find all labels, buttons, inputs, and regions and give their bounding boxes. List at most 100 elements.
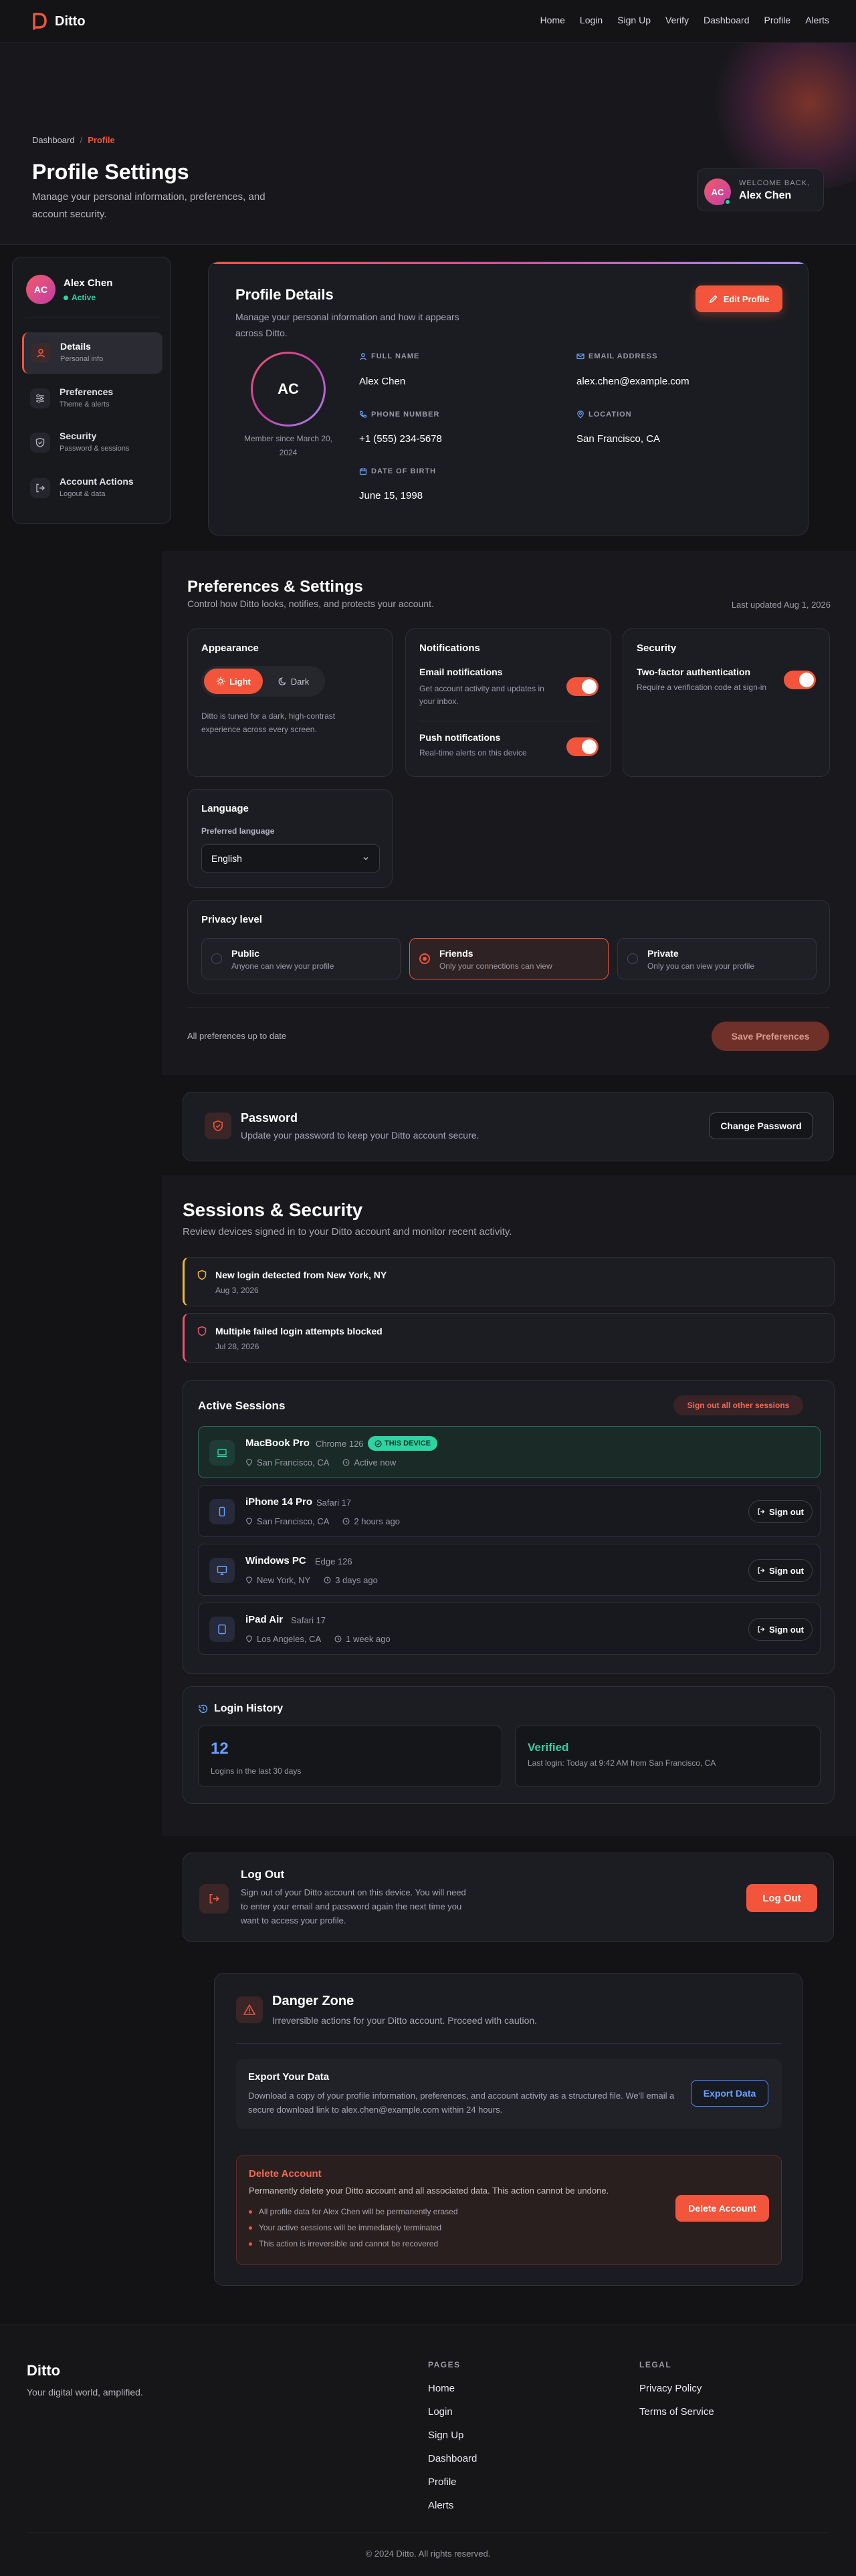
footer-link-dashboard[interactable]: Dashboard <box>428 2453 477 2464</box>
email-notif-title: Email notifications <box>419 667 503 677</box>
sidebar-status: Active <box>64 293 96 302</box>
nav-signup[interactable]: Sign Up <box>617 15 651 25</box>
shield-alert-icon <box>197 1326 207 1336</box>
footer-link-home[interactable]: Home <box>428 2383 455 2394</box>
preferences-section: Preferences & Settings Control how Ditto… <box>162 551 856 1075</box>
footer-link-profile[interactable]: Profile <box>428 2476 457 2488</box>
device-browser: Safari 17 <box>316 1498 352 1508</box>
sun-icon <box>216 677 225 686</box>
location-pin-icon <box>246 1635 252 1643</box>
logout-icon <box>758 1567 765 1574</box>
logout-icon <box>30 478 50 498</box>
sign-out-all-button[interactable]: Sign out all other sessions <box>673 1395 803 1415</box>
location-value: San Francisco, CA <box>576 433 661 445</box>
breadcrumb-separator: / <box>80 135 83 145</box>
dob-value: June 15, 1998 <box>359 490 423 501</box>
device-time: 3 days ago <box>335 1575 378 1585</box>
security-card: Security Two-factor authentication Requi… <box>623 628 830 777</box>
footer-brand[interactable]: Ditto <box>27 2362 60 2379</box>
export-data-box: Export Your Data Download a copy of your… <box>236 2059 782 2129</box>
nav-login[interactable]: Login <box>580 15 603 25</box>
session-row: Windows PC Edge 126 New York, NY 3 days … <box>198 1544 821 1596</box>
footer-link-privacy[interactable]: Privacy Policy <box>639 2383 702 2394</box>
two-factor-toggle[interactable] <box>784 671 816 689</box>
danger-divider <box>236 2043 782 2044</box>
email-notif-desc: Get account activity and updates in your… <box>419 684 544 706</box>
logout-desc: Sign out of your Ditto account on this d… <box>241 1887 466 1925</box>
delete-bullet: All profile data for Alex Chen will be p… <box>249 2207 458 2216</box>
push-notif-title: Push notifications <box>419 732 501 743</box>
clock-icon <box>342 1518 350 1525</box>
field-label-text: EMAIL ADDRESS <box>588 352 658 360</box>
location-label: LOCATION <box>576 411 632 419</box>
phone-value: +1 (555) 234-5678 <box>359 433 442 445</box>
sidebar-item-account-actions[interactable]: Account Actions Logout & data <box>22 467 163 509</box>
privacy-friends-radio[interactable] <box>419 953 430 964</box>
password-card: Password Update your password to keep yo… <box>183 1092 834 1161</box>
active-sessions-card: Active Sessions Sign out all other sessi… <box>183 1380 835 1674</box>
privacy-private-radio[interactable] <box>627 953 638 964</box>
privacy-option-private[interactable]: Private Only you can view your profile <box>617 938 817 979</box>
footer: Ditto Your digital world, amplified. PAG… <box>0 2325 856 2576</box>
delete-account-button[interactable]: Delete Account <box>675 2195 769 2222</box>
export-title: Export Your Data <box>248 2071 330 2083</box>
language-title: Language <box>201 803 249 814</box>
online-dot <box>724 199 731 205</box>
field-label-text: FULL NAME <box>371 352 420 360</box>
bullet-text: This action is irreversible and cannot b… <box>259 2239 439 2248</box>
nav-dashboard[interactable]: Dashboard <box>704 15 750 25</box>
footer-link-terms[interactable]: Terms of Service <box>639 2406 714 2418</box>
sign-out-button[interactable]: Sign out <box>748 1618 813 1641</box>
email-notifications-toggle[interactable] <box>566 677 599 696</box>
push-notifications-toggle[interactable] <box>566 737 599 756</box>
clock-icon <box>324 1576 331 1584</box>
nav-alerts[interactable]: Alerts <box>805 15 829 25</box>
password-desc: Update your password to keep your Ditto … <box>241 1130 479 1141</box>
profile-avatar: AC <box>253 354 324 425</box>
theme-dark-button[interactable]: Dark <box>265 669 322 694</box>
privacy-public-radio[interactable] <box>211 953 222 964</box>
nav-profile[interactable]: Profile <box>764 15 791 25</box>
shield-warning-icon <box>197 1270 207 1280</box>
sign-out-button[interactable]: Sign out <box>748 1559 813 1582</box>
change-password-button[interactable]: Change Password <box>709 1113 813 1139</box>
log-out-button[interactable]: Log Out <box>746 1884 817 1912</box>
history-icon <box>199 1704 208 1714</box>
save-preferences-button[interactable]: Save Preferences <box>712 1022 829 1051</box>
theme-light-button[interactable]: Light <box>204 669 263 694</box>
footer-link-login[interactable]: Login <box>428 2406 453 2418</box>
prefs-title: Preferences & Settings <box>187 578 363 596</box>
delete-bullet: Your active sessions will be immediately… <box>249 2223 441 2232</box>
footer-link-alerts[interactable]: Alerts <box>428 2500 453 2511</box>
device-location: San Francisco, CA <box>257 1516 330 1526</box>
export-data-button[interactable]: Export Data <box>691 2080 768 2107</box>
nav-verify[interactable]: Verify <box>665 15 689 25</box>
profile-avatar-ring[interactable]: AC <box>251 352 326 427</box>
breadcrumb-home[interactable]: Dashboard <box>32 135 75 145</box>
clock-icon <box>342 1459 350 1466</box>
sidebar-item-details[interactable]: Details Personal info <box>22 332 163 374</box>
language-select[interactable]: English <box>201 844 380 872</box>
privacy-option-friends[interactable]: Friends Only your connections can view <box>409 938 609 979</box>
sidebar-item-security[interactable]: Security Password & sessions <box>22 422 163 463</box>
pencil-icon <box>709 295 718 303</box>
sidebar-item-preferences[interactable]: Preferences Theme & alerts <box>22 378 163 419</box>
sign-out-button[interactable]: Sign out <box>748 1500 813 1523</box>
device-meta: Los Angeles, CA 1 week ago <box>245 1634 391 1644</box>
mail-icon <box>576 353 584 360</box>
location-pin-icon <box>577 411 584 419</box>
brand-logo[interactable]: Ditto <box>31 12 86 31</box>
edit-profile-button[interactable]: Edit Profile <box>696 285 782 312</box>
ditto-logo-icon <box>33 13 47 30</box>
card-accent-bar <box>209 262 808 264</box>
privacy-option-title: Friends <box>439 948 473 959</box>
check-circle-icon <box>374 1439 382 1447</box>
privacy-option-public[interactable]: Public Anyone can view your profile <box>201 938 401 979</box>
nav-home[interactable]: Home <box>540 15 565 25</box>
logout-icon <box>758 1508 765 1515</box>
danger-subtitle: Irreversible actions for your Ditto acco… <box>272 2015 538 2026</box>
session-row: iPad Air Safari 17 Los Angeles, CA 1 wee… <box>198 1603 821 1655</box>
footer-link-signup[interactable]: Sign Up <box>428 2430 463 2441</box>
user-icon <box>360 353 366 360</box>
privacy-card: Privacy level Public Anyone can view you… <box>187 900 830 993</box>
